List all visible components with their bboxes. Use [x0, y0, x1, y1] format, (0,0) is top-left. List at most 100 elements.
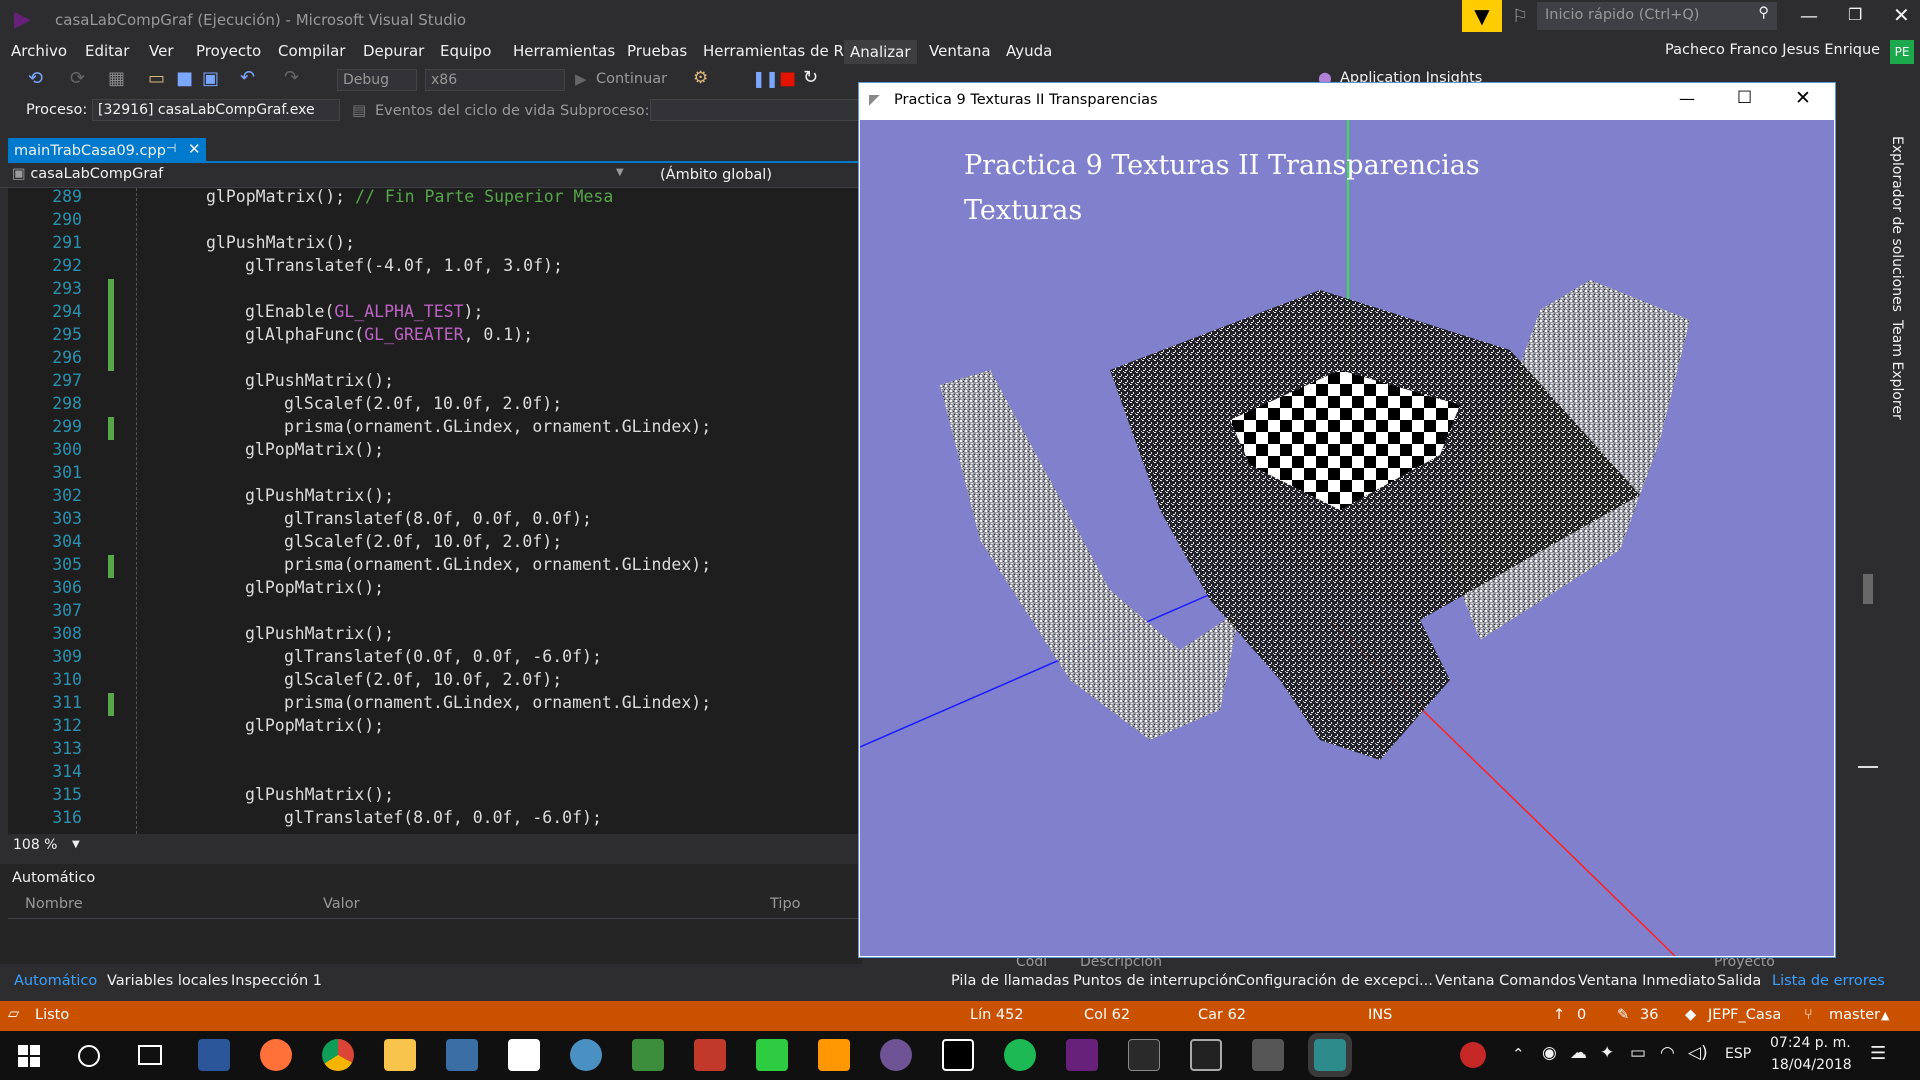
tab-salida[interactable]: Salida — [1717, 973, 1761, 989]
tab-maintrabcasa09[interactable]: mainTrabCasa09.cpp ⊣ ✕ — [8, 138, 206, 162]
menu-archivo[interactable]: Archivo — [11, 42, 67, 60]
menu-editar[interactable]: Editar — [85, 42, 129, 60]
branch-chevron-icon[interactable]: ▲ — [1881, 1009, 1889, 1022]
error-col-code[interactable]: Códi — [1016, 958, 1047, 970]
autos-col-value[interactable]: Valor — [323, 896, 360, 912]
feedback-icon[interactable]: ⚐ — [1512, 6, 1528, 27]
new-project-icon[interactable]: ▦ — [108, 68, 125, 89]
menu-compilar[interactable]: Compilar — [278, 42, 345, 60]
menu-herramientas-r[interactable]: Herramientas de R — [703, 42, 844, 60]
menu-ventana[interactable]: Ventana — [929, 42, 991, 60]
restore-button[interactable]: ❐ — [1848, 5, 1862, 24]
tab-puntos-interrupcion[interactable]: Puntos de interrupción — [1073, 973, 1237, 989]
code-line[interactable]: prisma(ornament.GLindex, ornament.GLinde… — [284, 693, 711, 712]
menu-pruebas[interactable]: Pruebas — [627, 42, 687, 60]
global-scope-select[interactable]: (Ámbito global) — [660, 167, 772, 183]
active-window-icon[interactable] — [1308, 1033, 1352, 1077]
code-line[interactable]: glAlphaFunc(GL_GREATER, 0.1); — [245, 325, 533, 344]
team-explorer-tab[interactable]: Team Explorer — [1889, 320, 1905, 420]
quick-launch-input[interactable]: Inicio rápido (Ctrl+Q) ⚲ — [1537, 2, 1777, 30]
save-icon[interactable]: ■ — [176, 68, 193, 89]
code-line[interactable]: glTranslatef(8.0f, 0.0f, -6.0f); — [284, 808, 602, 827]
code-line[interactable]: glScalef(2.0f, 10.0f, 2.0f); — [284, 532, 562, 551]
code-line[interactable]: prisma(ornament.GLindex, ornament.GLinde… — [284, 417, 711, 436]
tab-ventana-inmediato[interactable]: Ventana Inmediato — [1578, 973, 1715, 989]
clock-date[interactable]: 18/04/2018 — [1771, 1057, 1852, 1073]
opengl-canvas[interactable]: Practica 9 Texturas II Transparencias Te… — [860, 120, 1834, 956]
code-line[interactable]: glPopMatrix(); — [245, 716, 384, 735]
tab-pila-llamadas[interactable]: Pila de llamadas — [951, 973, 1069, 989]
tab-configuracion-excepciones[interactable]: Configuración de excepci... — [1236, 973, 1433, 989]
wifi-icon[interactable]: ◠ — [1660, 1043, 1675, 1063]
opengl-close-button[interactable]: ✕ — [1795, 87, 1811, 109]
status-branch[interactable]: master — [1829, 1007, 1880, 1023]
tray-red-icon[interactable] — [1460, 1042, 1486, 1068]
scrollbar-thumb[interactable] — [1863, 574, 1873, 604]
volume-icon[interactable]: ◁) — [1688, 1043, 1708, 1063]
tray-record-icon[interactable]: ◉ — [1542, 1043, 1557, 1063]
sublime-icon[interactable] — [818, 1039, 850, 1071]
tray-chevron-icon[interactable]: ⌃ — [1512, 1045, 1525, 1063]
pause-icon[interactable]: ❚❚ — [752, 69, 779, 88]
visual-studio-icon[interactable] — [1066, 1039, 1098, 1071]
tab-variables-locales[interactable]: Variables locales — [107, 973, 228, 989]
pin-icon[interactable]: ⊣ — [166, 141, 176, 155]
push-icon[interactable]: ↑ — [1553, 1007, 1565, 1023]
undo-icon[interactable]: ↶ — [240, 67, 255, 88]
tab-close-icon[interactable]: ✕ — [188, 140, 201, 158]
tab-automatico[interactable]: Automático — [14, 973, 97, 989]
code-line[interactable]: glPushMatrix(); — [245, 624, 394, 643]
language-indicator[interactable]: ESP — [1725, 1046, 1751, 1062]
status-repo[interactable]: JEPF_Casa — [1708, 1007, 1781, 1023]
terminal-icon[interactable] — [1190, 1039, 1222, 1071]
notification-icon[interactable]: ☰ — [1870, 1043, 1886, 1064]
code-editor[interactable]: 289 glPopMatrix(); // Fin Parte Superior … — [8, 188, 862, 834]
code-line[interactable]: glScalef(2.0f, 10.0f, 2.0f); — [284, 670, 562, 689]
config-select[interactable]: Debug — [337, 69, 417, 91]
onedrive-icon[interactable]: ☁ — [1570, 1043, 1587, 1063]
menu-analizar[interactable]: Analizar — [844, 40, 917, 64]
editor-scrollbar[interactable] — [1858, 188, 1878, 834]
green-app-icon[interactable] — [756, 1039, 788, 1071]
lifecycle-button[interactable]: Eventos del ciclo de vida — [375, 103, 555, 119]
code-line[interactable]: glPushMatrix(); — [206, 233, 355, 252]
attach-icon[interactable]: ⚙ — [693, 68, 708, 88]
menu-depurar[interactable]: Depurar — [363, 42, 424, 60]
filter-icon[interactable]: ▼ — [1462, 0, 1502, 32]
autos-col-type[interactable]: Tipo — [770, 896, 801, 912]
user-name[interactable]: Pacheco Franco Jesus Enrique — [1665, 42, 1880, 58]
clock-time[interactable]: 07:24 p. m. — [1770, 1035, 1851, 1051]
continue-icon[interactable]: ▶ — [575, 70, 587, 88]
code-line[interactable]: glTranslatef(-4.0f, 1.0f, 3.0f); — [245, 256, 563, 275]
pencil-icon[interactable]: ✎ — [1617, 1007, 1629, 1023]
menu-ayuda[interactable]: Ayuda — [1006, 42, 1052, 60]
tab-ventana-comandos[interactable]: Ventana Comandos — [1435, 973, 1576, 989]
status-push-count[interactable]: 0 — [1577, 1007, 1586, 1023]
spreadsheet-icon[interactable] — [632, 1039, 664, 1071]
file-explorer-icon[interactable] — [384, 1039, 416, 1071]
repo-icon[interactable]: ◆ — [1685, 1007, 1696, 1023]
word-icon[interactable] — [198, 1039, 230, 1071]
chrome-icon[interactable] — [322, 1039, 354, 1071]
firefox-icon[interactable] — [260, 1039, 292, 1071]
menu-equipo[interactable]: Equipo — [440, 42, 491, 60]
solution-explorer-tab[interactable]: Explorador de soluciones — [1889, 136, 1905, 312]
battery-icon[interactable]: ▭ — [1630, 1043, 1646, 1063]
cube-app-icon[interactable] — [446, 1039, 478, 1071]
code-line[interactable]: glScalef(2.0f, 10.0f, 2.0f); — [284, 394, 562, 413]
menu-proyecto[interactable]: Proyecto — [196, 42, 261, 60]
minimize-button[interactable]: — — [1800, 6, 1818, 27]
autos-col-name[interactable]: Nombre — [25, 896, 83, 912]
project-scope-select[interactable]: ▣ casaLabCompGraf ▼ — [12, 166, 632, 186]
save-all-icon[interactable]: ▣ — [202, 68, 219, 89]
code-line[interactable]: glPushMatrix(); — [245, 371, 394, 390]
menu-herramientas[interactable]: Herramientas — [513, 42, 615, 60]
seven-zip-icon[interactable] — [942, 1039, 974, 1071]
zoom-chevron-icon[interactable]: ▼ — [72, 839, 80, 850]
stop-icon[interactable]: ■ — [779, 68, 796, 89]
epic-games-icon[interactable] — [1128, 1039, 1160, 1071]
code-line[interactable]: prisma(ornament.GLindex, ornament.GLinde… — [284, 555, 711, 574]
opengl-maximize-button[interactable]: ☐ — [1737, 88, 1752, 108]
github-icon[interactable] — [880, 1039, 912, 1071]
opengl-app-icon[interactable] — [1252, 1039, 1284, 1071]
